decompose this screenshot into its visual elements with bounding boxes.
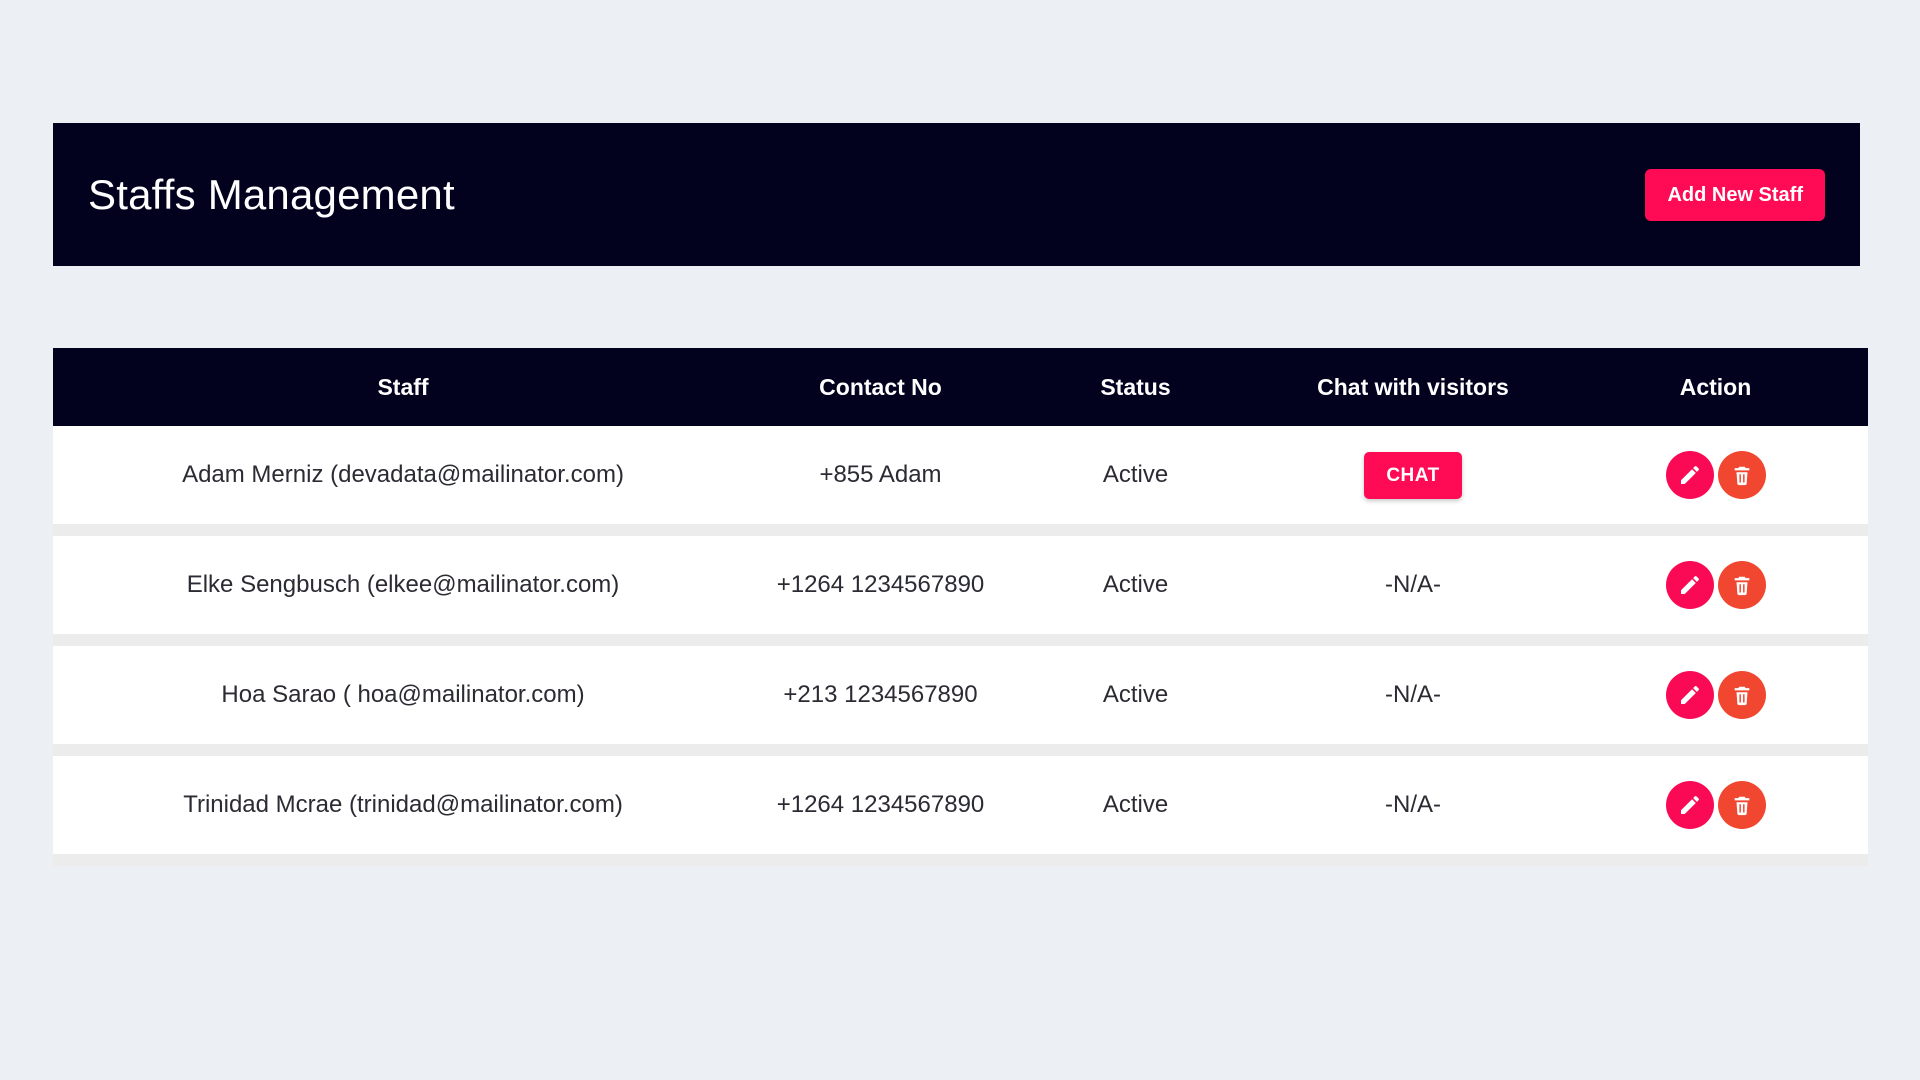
cell-contact: +855 Adam — [819, 461, 942, 488]
trash-icon — [1731, 794, 1753, 816]
action-buttons — [1563, 781, 1868, 829]
action-buttons — [1563, 671, 1868, 719]
cell-action — [1563, 426, 1868, 524]
cell-status: Active — [1102, 461, 1169, 488]
cell-staff: Elke Sengbusch (elkee@mailinator.com) — [186, 571, 620, 598]
delete-staff-button[interactable] — [1717, 561, 1766, 609]
column-header-staff: Staff — [53, 348, 753, 426]
table-row: Trinidad Mcrae (trinidad@mailinator.com)… — [53, 756, 1868, 854]
row-spacer — [53, 524, 1868, 536]
cell-status: Active — [1102, 571, 1169, 598]
cell-contact: +1264 1234567890 — [776, 791, 985, 818]
delete-staff-button[interactable] — [1717, 781, 1766, 829]
trash-icon — [1731, 684, 1753, 706]
pencil-icon — [1678, 463, 1702, 487]
column-header-status: Status — [1008, 348, 1263, 426]
delete-staff-button[interactable] — [1717, 451, 1766, 499]
column-header-contact: Contact No — [753, 348, 1008, 426]
row-spacer — [53, 744, 1868, 756]
trash-icon — [1731, 464, 1753, 486]
staff-table: Staff Contact No Status Chat with visito… — [53, 348, 1868, 866]
staff-table-container: Staff Contact No Status Chat with visito… — [53, 348, 1868, 866]
pencil-icon — [1678, 573, 1702, 597]
cell-chat: -N/A- — [1263, 756, 1563, 854]
table-row: Adam Merniz (devadata@mailinator.com) +8… — [53, 426, 1868, 524]
delete-staff-button[interactable] — [1717, 671, 1766, 719]
cell-status: Active — [1102, 681, 1169, 708]
cell-action — [1563, 756, 1868, 854]
cell-contact: +1264 1234567890 — [776, 571, 985, 598]
pencil-icon — [1678, 683, 1702, 707]
column-header-chat: Chat with visitors — [1263, 348, 1563, 426]
edit-staff-button[interactable] — [1665, 451, 1714, 499]
row-spacer — [53, 634, 1868, 646]
cell-staff: Adam Merniz (devadata@mailinator.com) — [182, 461, 624, 488]
chat-not-available: -N/A- — [1385, 681, 1441, 708]
add-new-staff-button[interactable]: Add New Staff — [1645, 168, 1825, 221]
page-title: Staffs Management — [88, 170, 455, 218]
edit-staff-button[interactable] — [1665, 781, 1714, 829]
chat-not-available: -N/A- — [1385, 571, 1441, 598]
chat-button[interactable]: CHAT — [1364, 451, 1462, 499]
cell-chat: CHAT — [1263, 426, 1563, 524]
action-buttons — [1563, 561, 1868, 609]
chat-not-available: -N/A- — [1385, 791, 1441, 818]
table-row: Elke Sengbusch (elkee@mailinator.com) +1… — [53, 536, 1868, 634]
cell-contact: +213 1234567890 — [783, 681, 978, 708]
cell-chat: -N/A- — [1263, 536, 1563, 634]
row-spacer — [53, 854, 1868, 866]
cell-action — [1563, 536, 1868, 634]
table-body: Adam Merniz (devadata@mailinator.com) +8… — [53, 426, 1868, 866]
table-row: Hoa Sarao ( hoa@mailinator.com) +213 123… — [53, 646, 1868, 744]
column-header-action: Action — [1563, 348, 1868, 426]
table-header: Staff Contact No Status Chat with visito… — [53, 348, 1868, 426]
pencil-icon — [1678, 793, 1702, 817]
edit-staff-button[interactable] — [1665, 561, 1714, 609]
cell-staff: Hoa Sarao ( hoa@mailinator.com) — [221, 681, 585, 708]
page-root: Staffs Management Add New Staff Staff Co… — [0, 0, 1920, 1080]
cell-action — [1563, 646, 1868, 744]
cell-chat: -N/A- — [1263, 646, 1563, 744]
page-header-banner: Staffs Management Add New Staff — [53, 123, 1860, 266]
cell-staff: Trinidad Mcrae (trinidad@mailinator.com) — [183, 791, 623, 818]
action-buttons — [1563, 451, 1868, 499]
edit-staff-button[interactable] — [1665, 671, 1714, 719]
trash-icon — [1731, 574, 1753, 596]
table-header-row: Staff Contact No Status Chat with visito… — [53, 348, 1868, 426]
cell-status: Active — [1102, 791, 1169, 818]
